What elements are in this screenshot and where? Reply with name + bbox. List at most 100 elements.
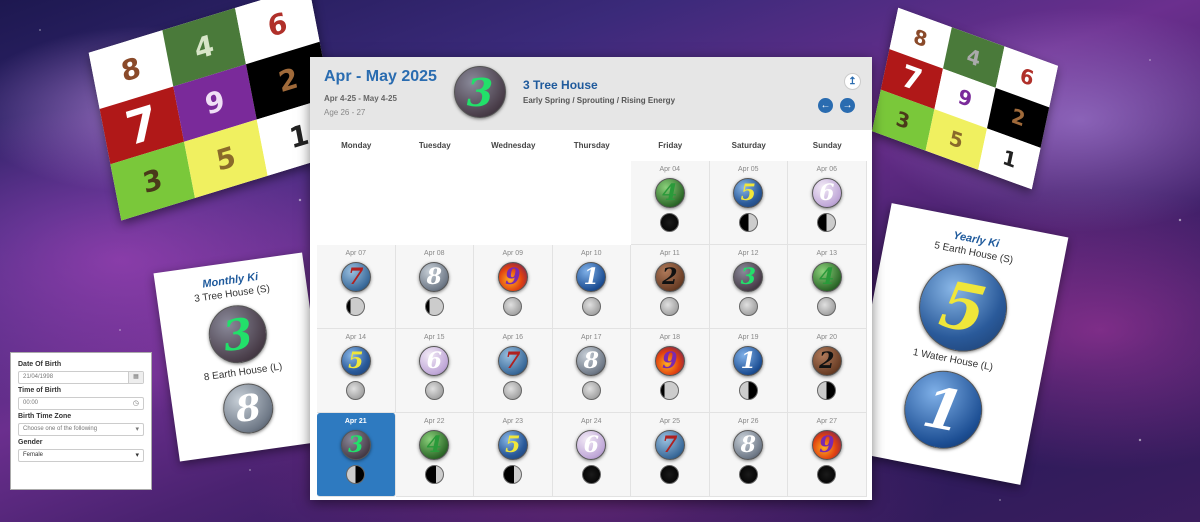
day-ki-number: 1 [583,264,599,290]
day-label: Apr 13 [816,250,838,257]
day-ki-number: 8 [740,432,756,458]
day-ki-orb: 2 [811,346,842,376]
day-ki-orb: 8 [419,262,450,292]
gender-select[interactable]: Female ▾ [18,449,144,462]
prev-month-button[interactable]: ← [818,98,833,113]
calendar-day[interactable]: Apr 14 5 [317,329,396,413]
weekday-monday: Monday [341,141,372,150]
moon-phase-icon [581,381,601,400]
moon-phase-icon [346,465,366,484]
day-label: Apr 12 [737,250,759,257]
day-ki-number: 3 [348,432,364,458]
timezone-label: Birth Time Zone [18,413,72,420]
calendar-day[interactable]: Apr 07 7 [317,245,396,329]
day-ki-number: 2 [662,264,678,290]
next-month-button[interactable]: → [840,98,855,113]
chevron-down-icon: ▾ [135,426,139,433]
calendar-day[interactable]: Apr 20 2 [788,329,867,413]
timezone-select[interactable]: Choose one of the following ▾ [18,423,144,436]
tob-label: Time of Birth [18,387,62,394]
moon-phase-icon [581,297,601,316]
calendar-day[interactable]: Apr 04 4 [631,161,710,245]
calendar-day[interactable]: Apr 11 2 [631,245,710,329]
day-ki-orb: 1 [576,262,607,292]
calendar-day[interactable]: Apr 09 9 [474,245,553,329]
day-ki-number: 9 [662,348,678,374]
day-label: Apr 24 [580,418,602,425]
moon-phase-icon [503,465,523,484]
moon-phase-icon [660,213,680,232]
day-label: Apr 08 [423,250,445,257]
calendar-day[interactable]: Apr 05 5 [709,161,788,245]
day-ki-number: 7 [662,432,678,458]
empty-day [317,161,396,245]
calendar-day[interactable]: Apr 25 7 [631,413,710,497]
moon-phase-icon [817,465,837,484]
calendar-day[interactable]: Apr 23 5 [474,413,553,497]
yearly-ki-card: Yearly Ki 5 Earth House (S) 5 1 Water Ho… [843,203,1069,485]
empty-day [552,161,631,245]
empty-day [395,161,474,245]
day-label: Apr 18 [659,334,681,341]
calendar-range: Apr - May 2025 [324,68,437,85]
magic-square-right: 846792351 [872,7,1058,190]
day-label: Apr 21 [344,418,367,425]
day-ki-number: 5 [348,348,364,374]
day-label: Apr 23 [502,418,524,425]
moon-phase-icon [660,465,680,484]
yearly-ki-secondary-orb: 1 [897,364,989,456]
moon-phase-icon [738,381,758,400]
day-ki-orb: 4 [654,178,685,208]
ki-calendar: Apr - May 2025 Apr 4-25 - May 4-25 Age 2… [310,57,872,500]
moon-phase-icon [817,297,837,316]
calendar-icon[interactable]: ▦ [128,372,143,383]
day-ki-number: 4 [662,180,678,206]
calendar-day[interactable]: Apr 27 9 [788,413,867,497]
calendar-header: Apr - May 2025 Apr 4-25 - May 4-25 Age 2… [310,57,872,130]
moon-phase-icon [424,465,444,484]
calendar-day[interactable]: Apr 16 7 [474,329,553,413]
moon-phase-icon [503,297,523,316]
day-ki-number: 8 [583,348,599,374]
calendar-day[interactable]: Apr 18 9 [631,329,710,413]
day-ki-orb: 7 [654,430,685,460]
calendar-day[interactable]: Apr 21 3 [317,413,396,497]
day-ki-number: 4 [426,432,442,458]
calendar-day[interactable]: Apr 06 6 [788,161,867,245]
day-label: Apr 25 [659,418,681,425]
calendar-day[interactable]: Apr 17 8 [552,329,631,413]
calendar-day[interactable]: Apr 24 6 [552,413,631,497]
day-ki-number: 9 [819,432,835,458]
calendar-day[interactable]: Apr 12 3 [709,245,788,329]
day-label: Apr 09 [502,250,524,257]
day-label: Apr 27 [816,418,838,425]
day-ki-number: 7 [505,348,521,374]
day-label: Apr 05 [737,166,759,173]
day-ki-orb: 6 [811,178,842,208]
day-ki-number: 9 [505,264,521,290]
calendar-day[interactable]: Apr 10 1 [552,245,631,329]
calendar-day[interactable]: Apr 08 8 [395,245,474,329]
day-ki-number: 3 [740,264,756,290]
calendar-day[interactable]: Apr 15 6 [395,329,474,413]
calendar-day[interactable]: Apr 26 8 [709,413,788,497]
share-up-button[interactable]: ↥ [844,73,861,90]
monthly-ki-secondary-orb: 8 [220,380,277,437]
tob-field[interactable]: 00:00 ◷ [18,397,144,410]
weekday-header: Monday Tuesday Wednesday Thursday Friday Satu… [310,130,872,161]
empty-day [474,161,553,245]
chevron-down-icon: ▾ [135,452,139,459]
calendar-day[interactable]: Apr 13 4 [788,245,867,329]
weekday-saturday: Saturday [731,141,766,150]
house-orb: 3 [454,66,506,118]
day-ki-orb: 6 [576,430,607,460]
day-label: Apr 07 [345,250,367,257]
clock-icon: ◷ [132,400,139,407]
day-ki-orb: 5 [340,346,371,376]
calendar-day[interactable]: Apr 19 1 [709,329,788,413]
dob-field[interactable]: 21/04/1998 ▦ [18,371,144,384]
day-ki-orb: 1 [733,346,764,376]
calendar-day[interactable]: Apr 22 4 [395,413,474,497]
day-ki-number: 2 [819,348,835,374]
weekday-tuesday: Tuesday [418,141,451,150]
